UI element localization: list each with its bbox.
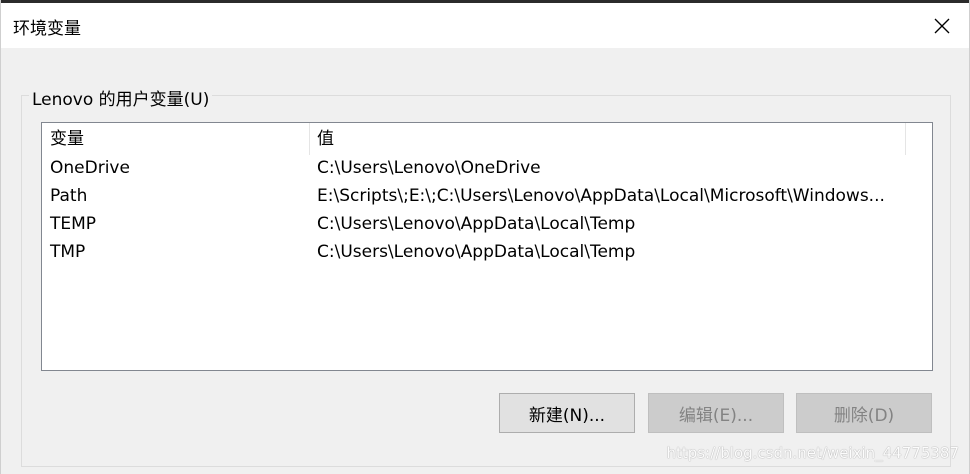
new-variable-button[interactable]: 新建(N)...: [499, 393, 635, 433]
variable-name-cell: TEMP: [50, 214, 97, 234]
table-row[interactable]: TEMP C:\Users\Lenovo\AppData\Local\Temp: [42, 210, 932, 238]
variable-name-cell: OneDrive: [50, 158, 130, 178]
user-variables-list[interactable]: 变量 值 OneDrive C:\Users\Lenovo\OneDrive P…: [41, 122, 933, 371]
column-header-value[interactable]: 值: [309, 123, 905, 155]
variable-value-cell: C:\Users\Lenovo\AppData\Local\Temp: [317, 242, 636, 262]
column-separator[interactable]: [905, 123, 906, 155]
close-icon: [934, 18, 950, 34]
variable-value-cell: C:\Users\Lenovo\OneDrive: [317, 158, 541, 178]
titlebar[interactable]: 环境变量: [1, 3, 969, 48]
user-variables-group-label: Lenovo 的用户变量(U): [29, 85, 213, 110]
watermark-text: https://blog.csdn.net/weixin_44775387: [666, 444, 959, 462]
variable-name-cell: TMP: [50, 242, 86, 262]
delete-variable-button[interactable]: 删除(D): [796, 393, 932, 433]
window-title: 环境变量: [13, 19, 81, 39]
variable-value-cell: C:\Users\Lenovo\AppData\Local\Temp: [317, 214, 636, 234]
table-row[interactable]: TMP C:\Users\Lenovo\AppData\Local\Temp: [42, 238, 932, 266]
variable-value-cell: E:\Scripts\;E:\;C:\Users\Lenovo\AppData\…: [317, 186, 885, 206]
edit-variable-button[interactable]: 编辑(E)...: [648, 393, 784, 433]
variable-name-cell: Path: [50, 186, 88, 206]
table-row[interactable]: OneDrive C:\Users\Lenovo\OneDrive: [42, 154, 932, 182]
table-row[interactable]: Path E:\Scripts\;E:\;C:\Users\Lenovo\App…: [42, 182, 932, 210]
environment-variables-dialog: 环境变量 Lenovo 的用户变量(U) 变量 值 OneDrive C:\Us…: [0, 0, 970, 474]
column-header-variable[interactable]: 变量: [42, 123, 309, 155]
close-button[interactable]: [923, 7, 961, 45]
